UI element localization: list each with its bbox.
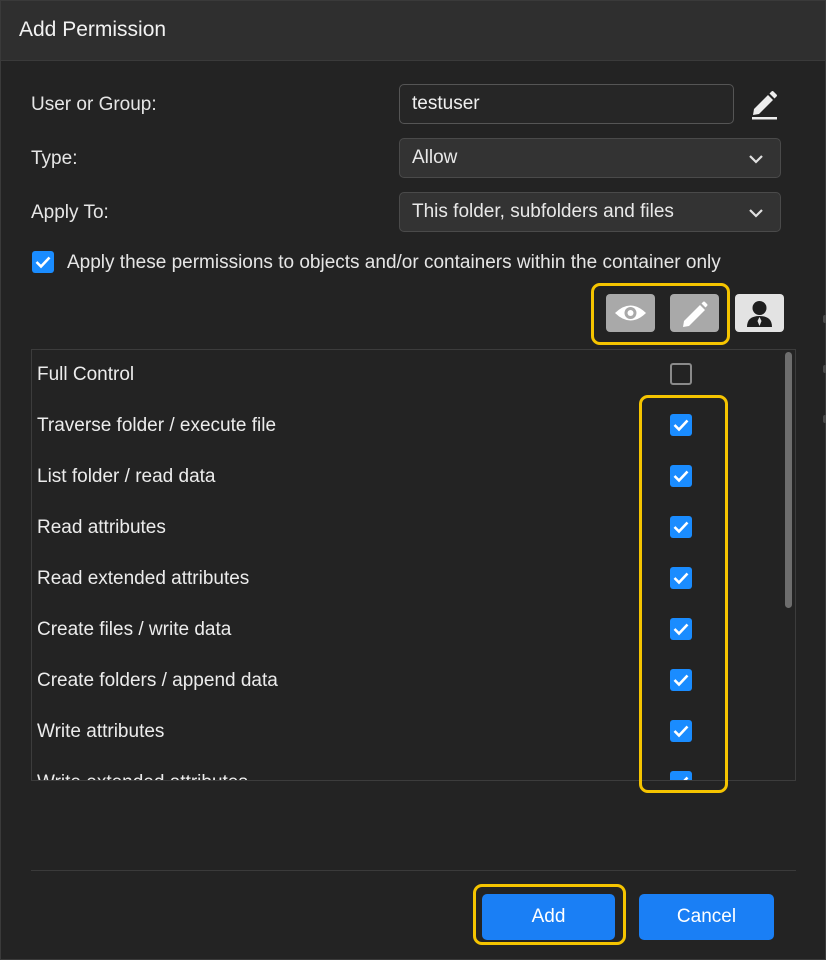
permission-label: Read extended attributes xyxy=(37,568,250,589)
checkmark-icon xyxy=(673,674,689,687)
permission-row: Read extended attributes xyxy=(32,554,782,605)
scrollbar-thumb[interactable] xyxy=(785,352,792,608)
footer-divider xyxy=(31,870,796,871)
dialog-titlebar: Add Permission xyxy=(1,1,825,61)
permission-list[interactable]: Full Control Traverse folder / execute f… xyxy=(31,349,796,781)
write-permissions-button[interactable] xyxy=(670,294,719,332)
permission-label: Create folders / append data xyxy=(37,670,278,691)
type-select-value: Allow xyxy=(412,147,458,168)
checkmark-icon xyxy=(673,572,689,585)
read-permissions-button[interactable] xyxy=(606,294,655,332)
permission-label: Write extended attributes xyxy=(37,772,248,780)
permission-label: Read attributes xyxy=(37,517,166,538)
permission-label: Traverse folder / execute file xyxy=(37,415,277,436)
permission-checkbox[interactable] xyxy=(670,567,692,589)
apply-to-label: Apply To: xyxy=(31,202,109,223)
checkmark-icon xyxy=(673,623,689,636)
chevron-down-icon xyxy=(749,209,763,218)
pencil-icon xyxy=(683,301,708,327)
permission-row: Read attributes xyxy=(32,503,782,554)
apply-within-container-label: Apply these permissions to objects and/o… xyxy=(67,252,721,273)
permission-checkbox[interactable] xyxy=(670,414,692,436)
checkmark-icon xyxy=(673,521,689,534)
add-permission-dialog: Add Permission User or Group: testuser T… xyxy=(0,0,826,960)
checkmark-icon xyxy=(673,725,689,738)
permission-label: Create files / write data xyxy=(37,619,232,640)
permission-list-scrollbar[interactable] xyxy=(783,350,794,780)
user-icon xyxy=(747,301,772,327)
permission-row: Write attributes xyxy=(32,707,782,758)
chevron-down-icon xyxy=(749,155,763,164)
permission-checkbox[interactable] xyxy=(670,363,692,385)
checkmark-icon xyxy=(673,419,689,432)
checkmark-icon xyxy=(35,256,51,269)
eye-icon xyxy=(615,305,646,321)
type-label: Type: xyxy=(31,148,78,169)
add-button[interactable]: Add xyxy=(482,894,615,940)
checkmark-icon xyxy=(673,470,689,483)
permission-checkbox[interactable] xyxy=(670,465,692,487)
permission-checkbox[interactable] xyxy=(670,720,692,742)
permission-row: Create files / write data xyxy=(32,605,782,656)
permission-row: Traverse folder / execute file xyxy=(32,401,782,452)
permission-label: Full Control xyxy=(37,364,135,385)
user-or-group-label: User or Group: xyxy=(31,94,157,115)
edit-icon xyxy=(752,91,777,120)
owner-permissions-button[interactable] xyxy=(735,294,784,332)
permission-checkbox[interactable] xyxy=(670,771,692,780)
permission-checkbox[interactable] xyxy=(670,618,692,640)
permission-checkbox[interactable] xyxy=(670,669,692,691)
checkmark-icon xyxy=(683,776,689,780)
permission-row: Create folders / append data xyxy=(32,656,782,707)
type-select[interactable]: Allow xyxy=(399,138,781,178)
edit-user-button[interactable] xyxy=(745,85,783,123)
apply-to-select[interactable]: This folder, subfolders and files xyxy=(399,192,781,232)
dialog-title: Add Permission xyxy=(19,18,167,41)
apply-within-container-checkbox[interactable] xyxy=(32,251,54,273)
apply-to-select-value: This folder, subfolders and files xyxy=(412,201,674,222)
permission-label: Write attributes xyxy=(37,721,165,742)
permission-checkbox[interactable] xyxy=(670,516,692,538)
permission-row: Full Control xyxy=(32,350,782,401)
cancel-button[interactable]: Cancel xyxy=(639,894,774,940)
permission-row: List folder / read data xyxy=(32,452,782,503)
permission-row: Write extended attributes xyxy=(32,758,782,780)
permission-label: List folder / read data xyxy=(37,466,216,487)
user-or-group-field[interactable]: testuser xyxy=(399,84,734,124)
